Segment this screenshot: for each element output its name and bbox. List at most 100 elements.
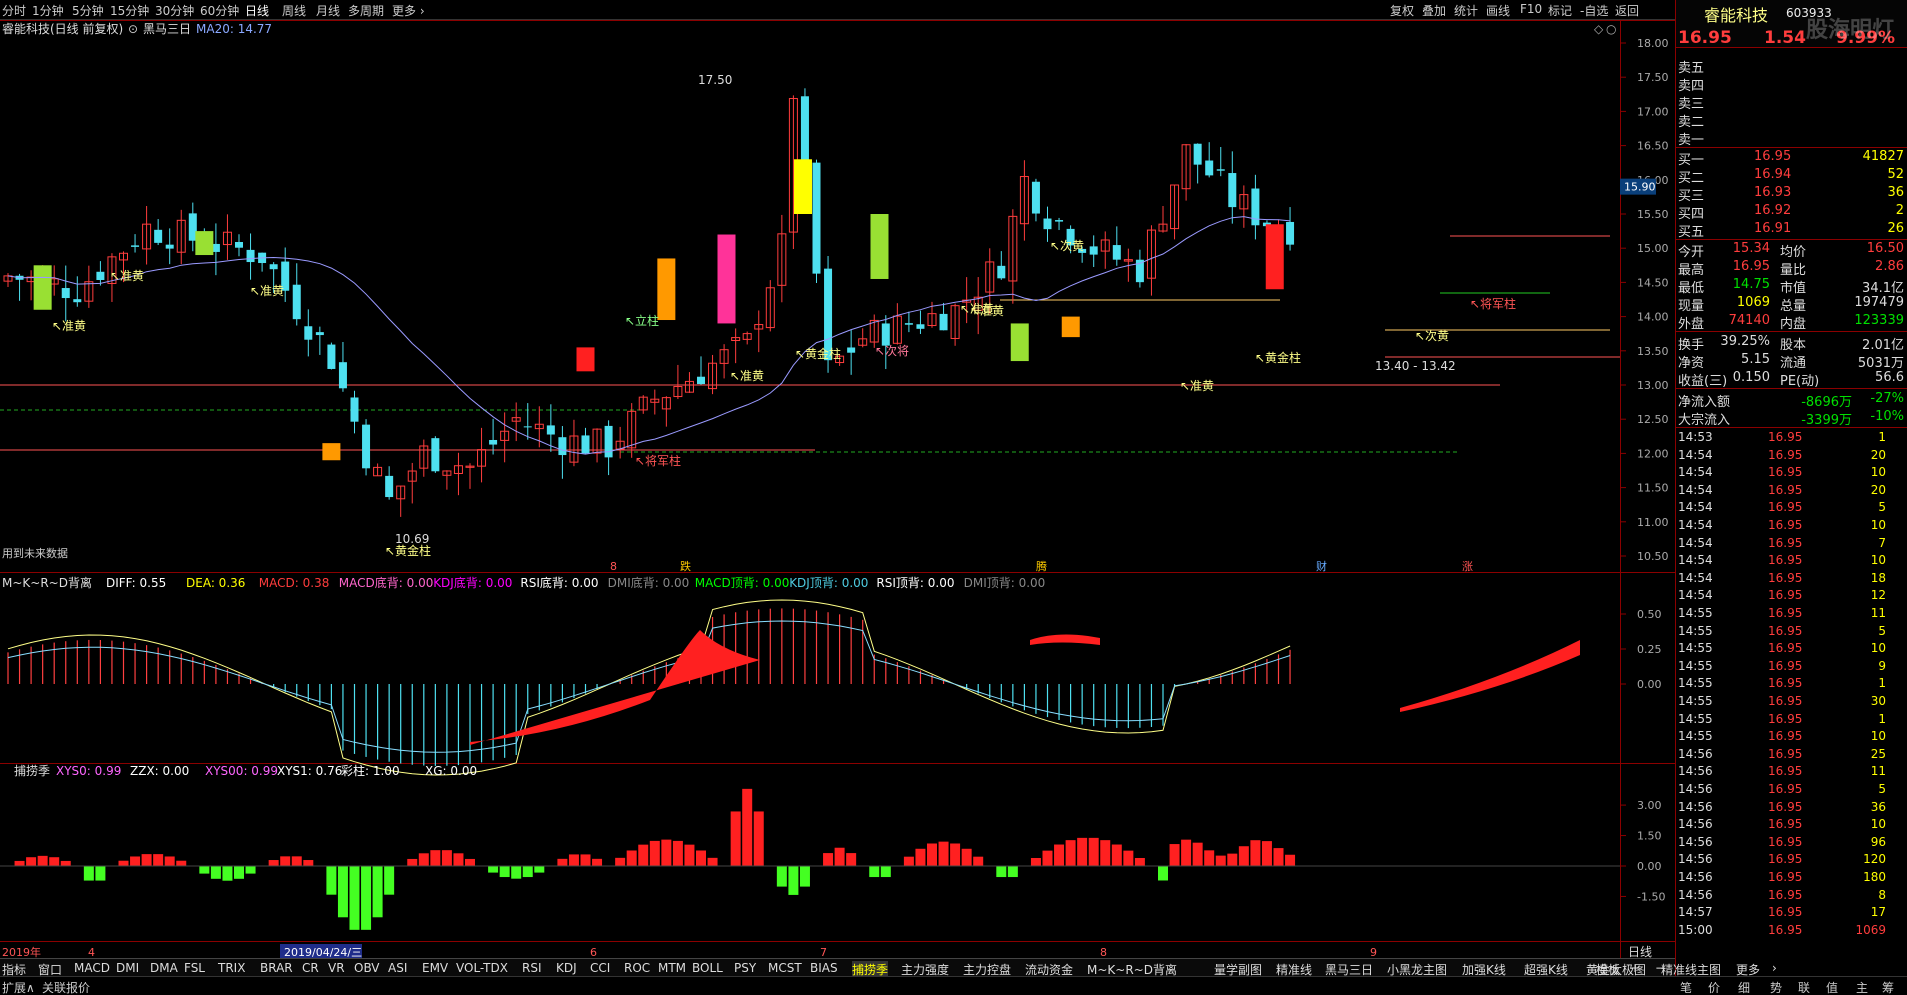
tick-row: 14:55 16.95 5 [1676,623,1907,640]
signal-candle [576,347,595,372]
indicator-tab[interactable]: MTM [658,961,686,975]
indicator-tab[interactable]: VOL-TDX [456,961,508,975]
bid-row: 买三 16.93 36 [1676,184,1907,204]
candle-body [154,229,163,243]
candle-body [96,271,105,280]
indicator-tab[interactable]: TRIX [218,961,245,975]
ind3-legend-item: ZZX: 0.00 [130,764,189,778]
tick-volume: 7 [1878,535,1886,550]
ytick-label: 18.00 [1637,37,1669,50]
bid-volume: 26 [1887,221,1904,236]
period-label[interactable]: 日线 [1628,945,1652,959]
indicator-tab[interactable]: MCST [768,961,802,975]
ind3-bar [707,857,718,867]
indicator-tab[interactable]: DMA [150,961,178,975]
indicator-tab[interactable]: DMI [116,961,139,975]
quote-tab[interactable]: 值 [1826,979,1838,995]
expand-button[interactable]: 扩展∧ [2,979,35,995]
event-marker[interactable]: 8 [610,560,617,573]
indicator-tab[interactable]: BIAS [810,961,838,975]
indicator-tab[interactable]: RSI [522,961,542,975]
event-marker[interactable]: 涨 [1462,560,1473,573]
indicator-tab[interactable]: MACD [74,961,110,975]
tick-row: 14:56 16.95 5 [1676,781,1907,798]
ind3-bar [1169,844,1180,867]
tick-volume: 96 [1870,834,1886,849]
quote-tab[interactable]: 主 [1856,979,1868,995]
flow-value: -3399万 [1801,413,1852,428]
candle-body [800,96,809,165]
quote-tab[interactable]: 细 [1738,979,1750,995]
ind3-bar [615,857,626,867]
candle-body [327,344,336,369]
bid-row: 买五 16.91 26 [1676,220,1907,240]
dif-line [7,599,1291,776]
template-button[interactable]: − [1655,961,1665,975]
candle-body [558,437,567,456]
ind3-bar [95,866,106,881]
tick-divider [1676,427,1907,428]
ind3-bar [1042,850,1053,867]
indicator-tab[interactable]: BRAR [260,961,293,975]
related-quote-button[interactable]: 关联报价 [42,979,90,995]
diamond-icon[interactable]: ◇ [1594,22,1604,36]
settings-icon[interactable]: ⊙ [128,22,138,36]
ind3-bar [927,843,937,867]
indicator-tab[interactable]: ROC [624,961,650,975]
macd-legend-item: MACD: 0.38 [259,576,330,590]
candles [3,88,1295,517]
chart-annotation: ↖黄金柱 [795,346,841,361]
indicator-tab[interactable]: CR [302,961,319,975]
tick-price: 16.95 [1768,500,1803,515]
ask-row: 卖五 [1676,56,1907,76]
indicator-tab[interactable]: ASI [388,961,407,975]
ind3-bar [407,858,418,867]
stat-value: 197479 [1854,295,1904,310]
indicator-tab[interactable]: EMV [422,961,448,975]
tick-price: 16.95 [1768,834,1803,849]
tick-volume: 1 [1878,430,1886,444]
tick-price: 16.95 [1768,658,1803,673]
event-marker[interactable]: 跌 [680,559,691,573]
chart-annotation: ↖将军柱 [1470,296,1516,311]
kline-chart-area[interactable]: 睿能科技(日线 前复权) ⊙ 黑马三日 MA20: 14.77 ◇ ○ 18.00 17.50… [0,0,1675,995]
quote-tab[interactable]: 笔 [1680,979,1692,995]
ytick-label: 17.50 [1637,71,1669,84]
ind3-bar [672,840,683,867]
quote-tab[interactable]: 势 [1770,979,1782,995]
ind3-bar [823,853,834,867]
quote-tab[interactable]: 筹 [1882,979,1894,995]
indicator-tab[interactable]: BOLL [692,961,723,975]
ytick-label: 0.25 [1637,643,1662,656]
ytick-label: 0.00 [1637,860,1662,873]
macd-legend-item: KDJ底背: 0.00 [433,575,512,590]
ind3-bar [1123,850,1134,867]
tick-price: 16.95 [1768,782,1803,796]
ytick-label: 10.50 [1637,550,1669,563]
quote-tab[interactable]: 联 [1798,979,1810,995]
chart-annotation: ↖黄金柱 [1255,350,1301,365]
event-marker[interactable]: 财 [1316,559,1327,573]
tick-time: 14:55 [1678,711,1713,726]
macd-legend-item: RSI底背: 0.00 [520,575,598,590]
ytick-label: 11.00 [1637,516,1669,529]
template-button[interactable]: + [1630,961,1640,975]
indicator-tab[interactable]: OBV [354,961,380,975]
circle-icon[interactable]: ○ [1606,22,1616,36]
indicator-tab[interactable]: KDJ [556,961,577,975]
event-marker[interactable]: 腾 [1036,559,1047,573]
candle-body [131,245,140,247]
ind3-bars [3,788,1296,930]
indicator-tab[interactable]: FSL [184,961,205,975]
tick-time: 14:55 [1678,694,1713,708]
tick-price: 16.95 [1768,623,1803,638]
tick-time: 14:54 [1678,588,1713,603]
indicator-tab[interactable]: CCI [590,961,610,975]
tick-price: 16.95 [1768,641,1803,656]
indicator-tab[interactable]: PSY [734,961,756,975]
quote-tab[interactable]: 价 [1708,979,1720,995]
tick-price: 16.95 [1768,870,1803,884]
indicator-tab[interactable]: › [1772,961,1777,975]
indicator-tab[interactable]: VR [328,961,345,975]
stat-row: 净资 5.15 流通 5031万 [1676,351,1907,371]
